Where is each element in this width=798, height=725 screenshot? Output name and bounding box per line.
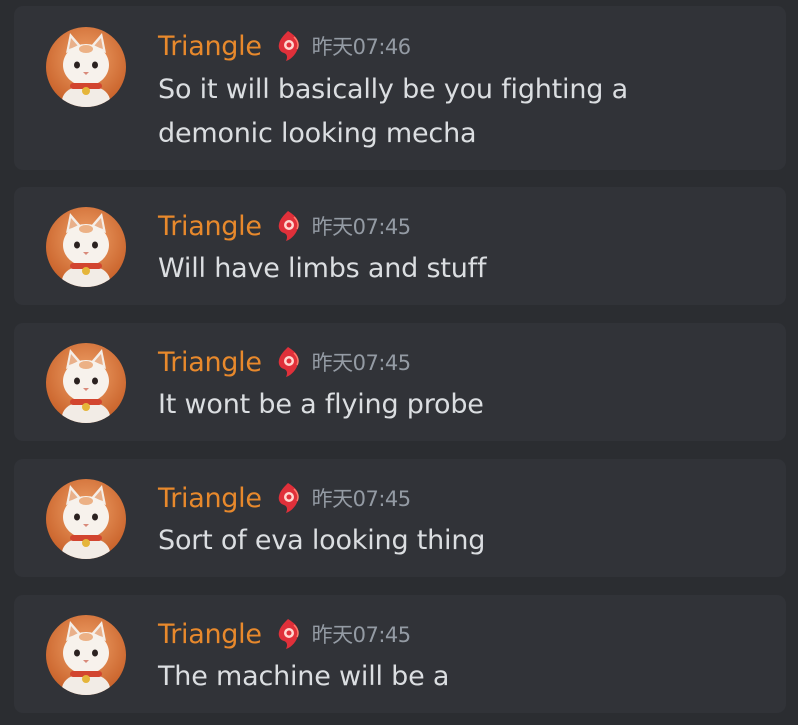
timestamp: 昨天07:45: [311, 215, 412, 239]
timestamp: 昨天07:45: [311, 351, 412, 375]
username[interactable]: Triangle: [158, 31, 262, 62]
username[interactable]: Triangle: [158, 619, 262, 650]
username[interactable]: Triangle: [158, 347, 262, 378]
user-avatar[interactable]: [46, 479, 126, 559]
red-flame-emblem-icon[interactable]: [272, 29, 304, 63]
username[interactable]: Triangle: [158, 211, 262, 242]
message[interactable]: Triangle 昨天07:46 So it will basically be…: [14, 6, 786, 170]
message-content: Will have limbs and stuff: [158, 247, 758, 291]
message-line: Will have limbs and stuff: [158, 253, 487, 284]
message[interactable]: Triangle 昨天07:45 Sort of eva looking thi…: [14, 459, 786, 577]
message-content: Sort of eva looking thing: [158, 519, 758, 563]
cat-avatar-icon: [46, 615, 126, 695]
username[interactable]: Triangle: [158, 483, 262, 514]
user-avatar[interactable]: [46, 615, 126, 695]
timestamp: 昨天07:45: [311, 623, 412, 647]
message[interactable]: Triangle 昨天07:45 Will have limbs and stu…: [14, 187, 786, 305]
message-content: It wont be a flying probe: [158, 383, 758, 427]
cat-avatar-icon: [46, 479, 126, 559]
cat-avatar-icon: [46, 27, 126, 107]
message-line: It wont be a flying probe: [158, 389, 484, 420]
cat-avatar-icon: [46, 343, 126, 423]
timestamp: 昨天07:46: [311, 35, 412, 59]
user-avatar[interactable]: [46, 343, 126, 423]
red-flame-emblem-icon[interactable]: [272, 209, 304, 243]
message-content: The machine will be a: [158, 655, 758, 699]
message-line: demonic looking mecha: [158, 118, 477, 149]
red-flame-emblem-icon[interactable]: [272, 481, 304, 515]
message-content: So it will basically be you fighting a d…: [158, 68, 758, 156]
message-line: Sort of eva looking thing: [158, 525, 486, 556]
user-avatar[interactable]: [46, 207, 126, 287]
user-avatar[interactable]: [46, 27, 126, 107]
message[interactable]: Triangle 昨天07:45 The machine will be a: [14, 595, 786, 713]
message[interactable]: Triangle 昨天07:45 It wont be a flying pro…: [14, 323, 786, 441]
red-flame-emblem-icon[interactable]: [272, 345, 304, 379]
message-line: So it will basically be you fighting a: [158, 74, 628, 105]
cat-avatar-icon: [46, 207, 126, 287]
message-line: The machine will be a: [158, 661, 450, 692]
timestamp: 昨天07:45: [311, 487, 412, 511]
red-flame-emblem-icon[interactable]: [272, 617, 304, 651]
